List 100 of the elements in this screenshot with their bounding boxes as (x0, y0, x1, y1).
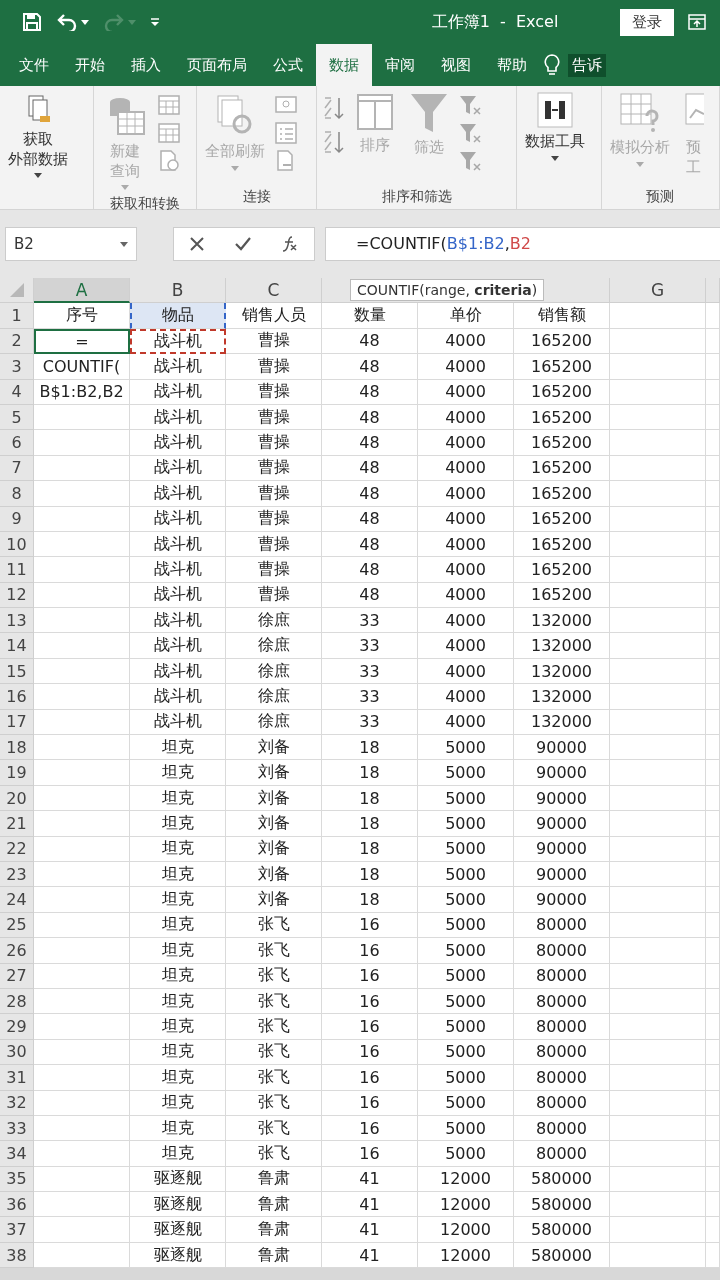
row-number[interactable]: 15 (0, 658, 34, 685)
empty-cell (706, 1039, 720, 1066)
row-number[interactable]: 26 (0, 938, 34, 964)
table-cell: 132000 (514, 633, 610, 659)
column-header[interactable]: B (130, 278, 226, 303)
row-number[interactable]: 30 (0, 1039, 34, 1066)
row-number[interactable]: 19 (0, 760, 34, 786)
ribbon-tab[interactable]: 开始 (62, 44, 118, 86)
row-number[interactable]: 27 (0, 963, 34, 989)
table-cell: 16 (322, 988, 418, 1015)
empty-cell (706, 785, 720, 812)
formula-field[interactable]: =COUNTIF(B$1:B2,B2 (325, 227, 720, 261)
insert-function-icon[interactable] (282, 236, 299, 252)
row-number[interactable]: 23 (0, 862, 34, 888)
row-number[interactable]: 7 (0, 455, 34, 482)
enter-icon[interactable] (235, 237, 251, 251)
undo-icon[interactable] (56, 13, 78, 31)
sign-in-button[interactable]: 登录 (620, 8, 674, 36)
row-number[interactable]: 36 (0, 1192, 34, 1218)
row-number[interactable]: 11 (0, 557, 34, 583)
ribbon-button[interactable]: 数据工具 (521, 90, 590, 163)
ribbon-tab[interactable]: 审阅 (372, 44, 428, 86)
name-box[interactable]: B2 (5, 227, 137, 261)
ribbon-tab[interactable]: 帮助 (484, 44, 540, 86)
row-number[interactable]: 17 (0, 709, 34, 736)
ribbon-button[interactable]: 获取 外部数据 (4, 90, 72, 180)
row-number[interactable]: 10 (0, 531, 34, 558)
table-cell: 战斗机 (130, 557, 226, 583)
table-cell: 132000 (514, 608, 610, 634)
row-number[interactable]: 2 (0, 328, 34, 355)
row-number[interactable]: 4 (0, 379, 34, 405)
ribbon-tab[interactable]: 插入 (118, 44, 174, 86)
lightbulb-icon[interactable] (544, 54, 560, 76)
row-number[interactable]: 12 (0, 582, 34, 609)
save-icon[interactable] (22, 12, 42, 32)
row-number[interactable]: 38 (0, 1242, 34, 1269)
table-cell: 132000 (514, 684, 610, 710)
column-header[interactable]: A (34, 278, 130, 303)
row-number[interactable]: 20 (0, 785, 34, 812)
row-number[interactable]: 28 (0, 988, 34, 1015)
table-cell: 48 (322, 404, 418, 431)
row-number[interactable]: 3 (0, 354, 34, 380)
row-number[interactable]: 21 (0, 811, 34, 837)
table-cell: 5000 (418, 836, 514, 862)
empty-cell (706, 1115, 720, 1142)
table-cell: 坦克 (130, 836, 226, 862)
ribbon-tab[interactable]: 文件 (6, 44, 62, 86)
row-number[interactable]: 5 (0, 404, 34, 431)
row-number[interactable]: 24 (0, 887, 34, 913)
table-cell: 张飞 (226, 1090, 322, 1116)
table-cell: 张飞 (226, 1115, 322, 1142)
table-cell: 5000 (418, 1141, 514, 1167)
table-cell: 18 (322, 887, 418, 913)
table-cell: B$1:B2,B2 (34, 379, 130, 405)
table-cell: 18 (322, 836, 418, 862)
row-number[interactable]: 37 (0, 1217, 34, 1243)
table-cell: 刘备 (226, 887, 322, 913)
tell-me-field[interactable]: 告诉 (568, 53, 606, 77)
table-cell: 战斗机 (130, 379, 226, 405)
row-number[interactable]: 8 (0, 481, 34, 507)
column-header[interactable]: C (226, 278, 322, 303)
row-number[interactable]: 34 (0, 1141, 34, 1167)
table-cell: 坦克 (130, 912, 226, 939)
table-cell: 80000 (514, 1014, 610, 1040)
row-number[interactable]: 22 (0, 836, 34, 862)
table-cell: 4000 (418, 404, 514, 431)
table-cell: 33 (322, 684, 418, 710)
row-number[interactable]: 13 (0, 608, 34, 634)
row-number[interactable]: 1 (0, 303, 34, 329)
row-number[interactable]: 25 (0, 912, 34, 939)
row-number[interactable]: 18 (0, 735, 34, 761)
table-cell: 5000 (418, 1115, 514, 1142)
table-cell: 张飞 (226, 988, 322, 1015)
ribbon-tab[interactable]: 公式 (260, 44, 316, 86)
row-number[interactable]: 6 (0, 430, 34, 456)
row-number[interactable]: 31 (0, 1065, 34, 1091)
row-number[interactable]: 14 (0, 633, 34, 659)
row-number[interactable]: 35 (0, 1166, 34, 1193)
table-cell: 5000 (418, 988, 514, 1015)
table-cell: 4000 (418, 557, 514, 583)
table-cell: 41 (322, 1166, 418, 1193)
table-cell: 165200 (514, 531, 610, 558)
table-cell: 战斗机 (130, 684, 226, 710)
table-cell: 80000 (514, 938, 610, 964)
customize-icon[interactable] (150, 17, 160, 27)
column-header[interactable]: G (610, 278, 706, 303)
ribbon-tab[interactable]: 页面布局 (174, 44, 260, 86)
ribbon-tab[interactable]: 数据 (316, 44, 372, 86)
cancel-icon[interactable] (189, 237, 204, 251)
table-cell: 曹操 (226, 531, 322, 558)
row-number[interactable]: 29 (0, 1014, 34, 1040)
ribbon-display-icon[interactable] (688, 14, 706, 30)
row-number[interactable]: 16 (0, 684, 34, 710)
row-number[interactable]: 33 (0, 1115, 34, 1142)
empty-cell (706, 836, 720, 862)
row-number[interactable]: 9 (0, 506, 34, 532)
cell-editor[interactable]: = (34, 328, 130, 355)
row-number[interactable]: 32 (0, 1090, 34, 1116)
table-cell: 战斗机 (130, 531, 226, 558)
ribbon-tab[interactable]: 视图 (428, 44, 484, 86)
